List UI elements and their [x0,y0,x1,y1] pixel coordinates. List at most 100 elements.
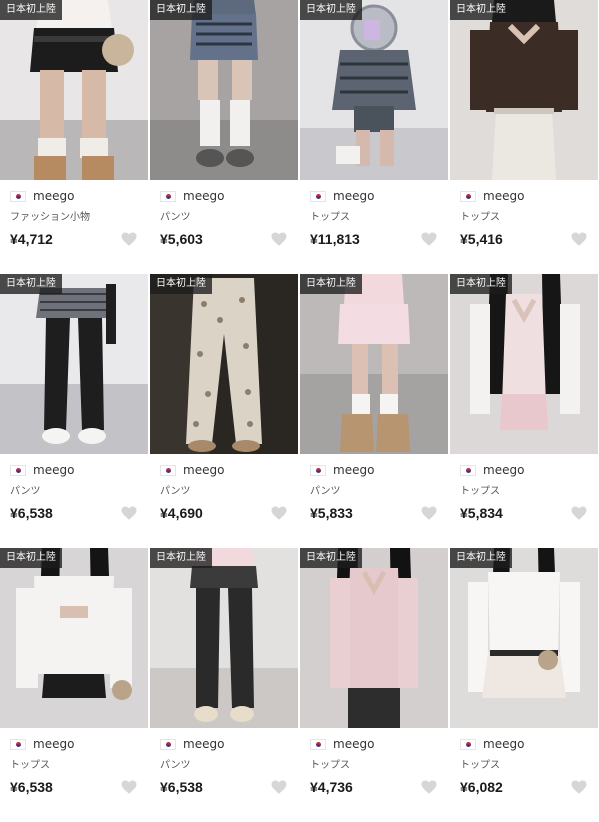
new-arrival-badge: 日本初上陸 [150,274,212,294]
product-category: トップス [310,760,350,771]
product-card[interactable]: 日本初上陸 meego トップス ¥6,538 [0,548,148,822]
seller-row[interactable]: meego [310,462,448,478]
heart-icon[interactable] [120,504,138,522]
product-card[interactable]: 日本初上陸 meego トップス ¥5,834 [450,274,598,548]
product-card[interactable]: 日本初上陸 meego パンツ ¥6,538 [150,548,298,822]
seller-name[interactable]: meego [183,189,224,203]
product-category: トップス [460,760,500,771]
korea-flag-icon [160,190,176,202]
seller-row[interactable]: meego [310,188,448,204]
product-category: パンツ [160,212,191,223]
product-photo [150,548,298,728]
product-image[interactable]: 日本初上陸 [0,0,148,180]
korea-flag-icon [460,190,476,202]
heart-icon[interactable] [270,230,288,248]
product-category: ファッション小物 [10,212,90,223]
seller-row[interactable]: meego [460,736,598,752]
heart-icon[interactable] [420,230,438,248]
seller-row[interactable]: meego [160,462,298,478]
seller-row[interactable]: meego [10,462,148,478]
product-card[interactable]: 日本初上陸 meego ファッション小物 ¥4,712 [0,0,148,274]
seller-name[interactable]: meego [333,737,374,751]
seller-name[interactable]: meego [333,189,374,203]
seller-row[interactable]: meego [10,188,148,204]
new-arrival-badge: 日本初上陸 [150,0,212,20]
seller-row[interactable]: meego [10,736,148,752]
seller-name[interactable]: meego [483,189,524,203]
heart-icon[interactable] [570,230,588,248]
heart-icon[interactable] [570,504,588,522]
product-photo [450,548,598,728]
product-image[interactable]: 日本初上陸 [150,548,298,728]
heart-icon[interactable] [420,778,438,796]
product-image[interactable]: 日本初上陸 [300,548,448,728]
product-price: ¥4,736 [310,779,353,795]
heart-icon[interactable] [570,778,588,796]
product-card[interactable]: 日本初上陸 meego パンツ ¥5,833 [300,274,448,548]
heart-icon[interactable] [270,504,288,522]
seller-name[interactable]: meego [483,463,524,477]
product-price: ¥5,603 [160,231,203,247]
seller-name[interactable]: meego [33,189,74,203]
new-arrival-badge: 日本初上陸 [150,548,212,568]
product-category: パンツ [160,486,191,497]
new-arrival-badge: 日本初上陸 [0,0,62,20]
korea-flag-icon [460,464,476,476]
product-image[interactable]: 日本初上陸 [150,0,298,180]
heart-icon[interactable] [120,230,138,248]
product-category: パンツ [10,486,41,497]
seller-row[interactable]: meego [310,736,448,752]
product-photo [450,0,598,180]
product-photo [300,548,448,728]
product-image[interactable]: 日本初上陸 [150,274,298,454]
product-card[interactable]: 日本初上陸 meego トップス ¥11,813 [300,0,448,274]
new-arrival-badge: 日本初上陸 [300,274,362,294]
seller-row[interactable]: meego [160,736,298,752]
product-image[interactable]: 日本初上陸 [450,0,598,180]
product-image[interactable]: 日本初上陸 [300,274,448,454]
korea-flag-icon [460,738,476,750]
product-card[interactable]: 日本初上陸 meego パンツ ¥5,603 [150,0,298,274]
heart-icon[interactable] [120,778,138,796]
new-arrival-badge: 日本初上陸 [0,274,62,294]
korea-flag-icon [10,464,26,476]
product-category: パンツ [160,760,191,771]
seller-name[interactable]: meego [333,463,374,477]
product-image[interactable]: 日本初上陸 [450,274,598,454]
korea-flag-icon [10,190,26,202]
seller-name[interactable]: meego [183,737,224,751]
product-image[interactable]: 日本初上陸 [300,0,448,180]
seller-name[interactable]: meego [33,463,74,477]
seller-name[interactable]: meego [33,737,74,751]
product-price: ¥6,082 [460,779,503,795]
product-price: ¥6,538 [10,779,53,795]
product-price: ¥5,833 [310,505,353,521]
heart-icon[interactable] [270,778,288,796]
product-price: ¥6,538 [10,505,53,521]
korea-flag-icon [160,738,176,750]
product-image[interactable]: 日本初上陸 [450,548,598,728]
product-card[interactable]: 日本初上陸 meego トップス ¥6,082 [450,548,598,822]
product-card[interactable]: 日本初上陸 meego パンツ ¥4,690 [150,274,298,548]
product-photo [0,0,148,180]
product-card[interactable]: 日本初上陸 meego トップス ¥4,736 [300,548,448,822]
seller-row[interactable]: meego [160,188,298,204]
product-image[interactable]: 日本初上陸 [0,274,148,454]
seller-row[interactable]: meego [460,462,598,478]
korea-flag-icon [10,738,26,750]
new-arrival-badge: 日本初上陸 [450,548,512,568]
korea-flag-icon [310,190,326,202]
product-category: パンツ [310,486,341,497]
product-image[interactable]: 日本初上陸 [0,548,148,728]
product-price: ¥6,538 [160,779,203,795]
seller-name[interactable]: meego [483,737,524,751]
product-card[interactable]: 日本初上陸 meego パンツ ¥6,538 [0,274,148,548]
seller-name[interactable]: meego [183,463,224,477]
seller-row[interactable]: meego [460,188,598,204]
product-photo [150,0,298,180]
product-category: トップス [10,760,50,771]
product-card[interactable]: 日本初上陸 meego トップス ¥5,416 [450,0,598,274]
product-price: ¥5,834 [460,505,503,521]
product-grid: 日本初上陸 meego ファッション小物 ¥4,712 日本初上陸 meego … [0,0,598,822]
heart-icon[interactable] [420,504,438,522]
